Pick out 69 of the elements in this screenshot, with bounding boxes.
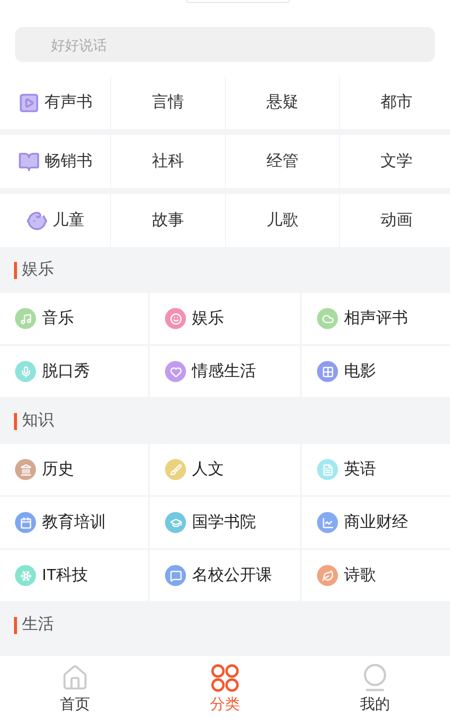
category-label: 电影 [344,362,376,382]
home-icon [61,664,89,692]
category-label: IT科技 [42,566,88,586]
open-book-icon [18,150,40,172]
category-label: 英语 [344,460,376,480]
profile-icon [362,664,388,692]
category-cell[interactable]: 畅销书 [0,135,110,188]
category-cell[interactable]: 国学书院 [150,497,300,548]
category-cell[interactable]: 相声评书 [302,293,450,344]
category-cell[interactable]: 都市 [340,76,450,129]
category-label: 动画 [380,210,412,230]
category-label: 言情 [152,92,184,112]
category-cell[interactable]: 名校公开课 [150,550,300,601]
category-label: 名校公开课 [192,566,272,586]
category-cell[interactable]: 脱口秀 [0,346,148,397]
category-cell[interactable]: 儿歌 [226,194,339,247]
category-cell[interactable]: 电影 [302,346,450,397]
category-cell[interactable]: 商业财经 [302,497,450,548]
category-label: 脱口秀 [42,362,90,382]
category-cell[interactable]: 诗歌 [302,550,450,601]
accent-bar [14,262,17,278]
category-label: 诗歌 [344,566,376,586]
category-label: 娱乐 [192,308,224,328]
category-cell[interactable]: 经管 [226,135,339,188]
category-cell[interactable]: 历史 [0,444,148,495]
four-circles-icon [210,664,240,692]
category-cell[interactable]: 教育培训 [0,497,148,548]
category-cell[interactable]: 儿童 [0,194,110,247]
category-cell[interactable]: 英语 [302,444,450,495]
category-label: 文学 [380,152,412,172]
accent-bar [14,616,17,634]
category-label: 儿童 [52,210,84,230]
category-cell[interactable]: 娱乐 [150,293,300,344]
category-cell[interactable]: 故事 [111,194,225,247]
play-book-icon [18,92,40,114]
category-label: 悬疑 [266,92,298,112]
category-label: 历史 [42,460,74,480]
category-cell[interactable]: 文学 [340,135,450,188]
category-label: 故事 [152,210,184,230]
category-cell[interactable]: 悬疑 [226,76,339,129]
category-label: 经管 [266,152,298,172]
category-label: 都市 [380,92,412,112]
category-label: 情感生活 [192,362,256,382]
category-cell[interactable]: 有声书 [0,76,110,129]
category-label: 教育培训 [42,512,106,532]
category-cell[interactable]: 人文 [150,444,300,495]
category-cell[interactable]: 社科 [111,135,225,188]
category-label: 儿歌 [266,210,298,230]
category-label: 社科 [152,152,184,172]
category-cell[interactable]: IT科技 [0,550,148,601]
category-label: 有声书 [44,92,92,112]
section-title: 娱乐 [22,260,54,280]
category-label: 音乐 [42,308,74,328]
category-label: 人文 [192,460,224,480]
category-label: 商业财经 [344,512,408,532]
category-label: 畅销书 [44,152,92,172]
section-title: 生活 [22,614,54,635]
accent-bar [14,412,17,430]
category-cell[interactable]: 言情 [111,76,225,129]
search-field[interactable]: 好好说话 [15,27,435,62]
category-cell[interactable]: 动画 [340,194,450,247]
nav-tab[interactable]: 首页 [0,656,150,725]
category-cell[interactable]: 情感生活 [150,346,300,397]
category-label: 相声评书 [344,308,408,328]
nav-tab[interactable]: 我的 [300,656,450,725]
category-cell[interactable]: 音乐 [0,293,148,344]
section-title: 知识 [22,411,54,431]
category-label: 国学书院 [192,512,256,532]
child-face-icon [26,210,48,232]
